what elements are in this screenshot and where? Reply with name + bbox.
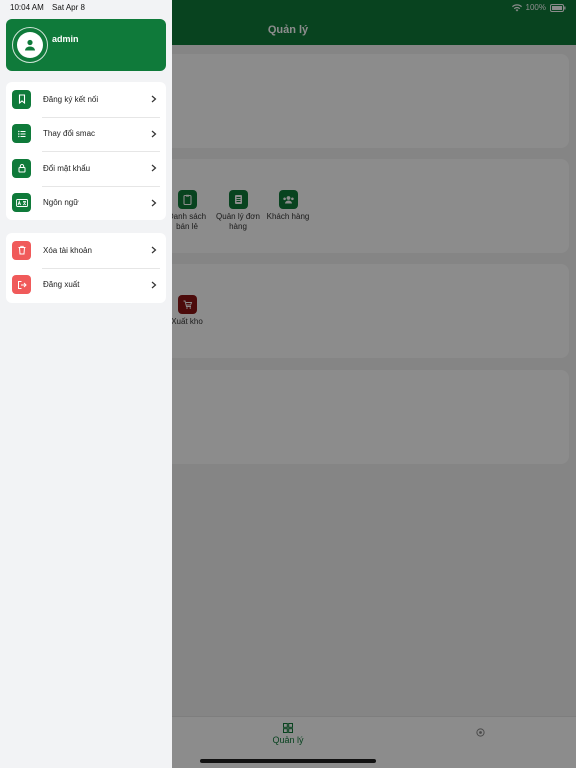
trash-icon [12,240,31,260]
account-menu: Xóa tài khoản Đăng xuất [6,233,166,303]
logout-icon [12,275,31,295]
menu-item-language[interactable]: Ngôn ngữ [6,185,166,221]
settings-menu: Đăng ký kết nối Thay đổi smac Đổi mật kh… [6,82,166,220]
menu-item-label: Thay đổi smac [43,129,96,139]
user-icon [25,39,35,51]
language-icon [12,193,31,213]
chevron-right-icon [148,128,160,140]
chevron-right-icon [148,244,160,256]
menu-item-label: Đăng xuất [43,280,80,290]
status-date: Sat Apr 8 [52,3,85,12]
menu-item-change-password[interactable]: Đổi mật khẩu [6,151,166,186]
profile-card[interactable]: admin [6,19,166,71]
chevron-right-icon [148,162,160,174]
avatar [12,27,48,63]
chevron-right-icon [148,197,160,209]
menu-item-change-smac[interactable]: Thay đổi smac [6,116,166,152]
chevron-right-icon [148,93,160,105]
menu-item-register-connection[interactable]: Đăng ký kết nối [6,82,166,117]
lock-icon [12,158,31,178]
menu-item-label: Đăng ký kết nối [43,94,99,104]
status-bar-left: 10:04 AM Sat Apr 8 [10,3,85,12]
menu-item-delete-account[interactable]: Xóa tài khoản [6,233,166,268]
list-icon [12,124,31,144]
menu-item-label: Ngôn ngữ [43,198,79,208]
menu-item-label: Xóa tài khoản [43,245,92,255]
username: admin [52,34,79,44]
bookmark-icon [12,89,31,109]
side-drawer: 10:04 AM Sat Apr 8 admin Đăng ký kết nối… [0,0,172,768]
menu-item-logout[interactable]: Đăng xuất [6,267,166,303]
menu-item-label: Đổi mật khẩu [43,163,91,173]
status-time: 10:04 AM [10,3,44,12]
home-indicator [200,759,376,763]
chevron-right-icon [148,279,160,291]
